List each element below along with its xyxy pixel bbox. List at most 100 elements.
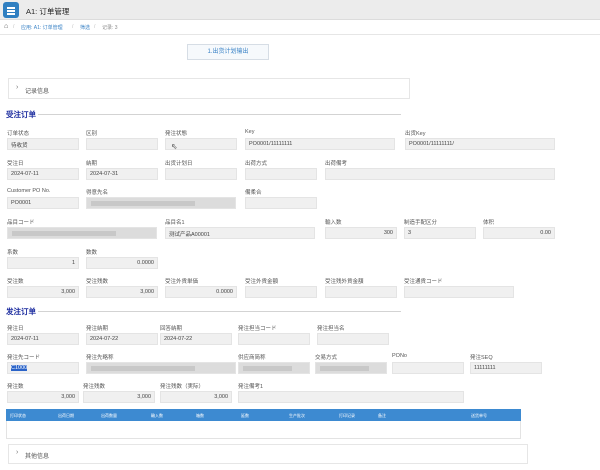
col-batch[interactable]: 生产批次 bbox=[289, 413, 305, 419]
vendor-code-selection: C1000 bbox=[11, 365, 28, 371]
label-order-date: 受注日 bbox=[7, 161, 24, 167]
field-staff-name[interactable] bbox=[317, 333, 389, 345]
purchase-section-title: 发注订单 bbox=[6, 307, 36, 316]
label-ext-amount: 受注外貨金額 bbox=[245, 279, 279, 285]
field-status[interactable]: 待收货 bbox=[7, 138, 79, 150]
home-icon[interactable]: ⌂ bbox=[4, 23, 8, 30]
field-recipient[interactable] bbox=[86, 197, 236, 209]
field-trade-method[interactable] bbox=[315, 362, 387, 374]
field-ext-amount[interactable] bbox=[245, 286, 317, 298]
field-input-qty[interactable]: 300 bbox=[325, 227, 397, 239]
field-p-order-date[interactable]: 2024-07-11 bbox=[7, 333, 79, 345]
field-mfg-type[interactable]: 3 bbox=[404, 227, 476, 239]
label-due-date: 納期 bbox=[86, 161, 98, 167]
app-title: A1: 订单管理 bbox=[26, 7, 70, 16]
field-reply-date[interactable]: 2024-07-22 bbox=[160, 333, 232, 345]
field-plan-date[interactable] bbox=[165, 168, 237, 180]
col-box-count[interactable]: 箱数 bbox=[196, 413, 204, 419]
label-mfg-type: 制造手配区分 bbox=[404, 220, 438, 226]
other-info-panel[interactable]: › 其他信息 bbox=[8, 444, 528, 464]
records-info-panel[interactable]: › 记录信息 bbox=[8, 78, 410, 99]
label-recipient: 得意先名 bbox=[86, 190, 109, 196]
label-p-remain: 発注残数 bbox=[83, 384, 106, 390]
label-p-note: 発注備考1 bbox=[238, 384, 264, 390]
field-item-name[interactable]: 测试产品A00001 bbox=[165, 227, 315, 239]
chevron-right-icon: › bbox=[16, 449, 19, 456]
label-order-qty: 受注数 bbox=[7, 279, 24, 285]
label-reply-date: 回答納期 bbox=[160, 326, 183, 332]
col-delivery-no[interactable]: 送货单号 bbox=[471, 413, 487, 419]
label-item-name: 品目名1 bbox=[165, 220, 185, 226]
section-divider bbox=[38, 114, 401, 115]
label-key: Key bbox=[245, 129, 255, 135]
field-key[interactable]: PO0001/11111111 bbox=[245, 138, 395, 150]
field-p-qty[interactable]: 3,000 bbox=[7, 391, 79, 403]
field-order-date[interactable]: 2024-07-11 bbox=[7, 168, 79, 180]
field-coef[interactable]: 1 bbox=[7, 257, 79, 269]
field-vendor-name[interactable] bbox=[86, 362, 236, 374]
label-ship-key: 出货Key bbox=[405, 131, 426, 137]
label-ship-status: 発注状態 bbox=[165, 131, 188, 137]
field-p-due-date[interactable]: 2024-07-22 bbox=[86, 333, 158, 345]
breadcrumb-records: 记录: 3 bbox=[102, 25, 118, 31]
field-p-note[interactable] bbox=[238, 391, 464, 403]
field-due-date[interactable]: 2024-07-31 bbox=[86, 168, 158, 180]
label-item-code: 品目コード bbox=[7, 220, 35, 226]
label-note: 備柔合 bbox=[245, 190, 262, 196]
field-region[interactable] bbox=[86, 138, 158, 150]
field-staff-code[interactable] bbox=[238, 333, 310, 345]
col-remark[interactable]: 备注 bbox=[378, 413, 386, 419]
field-volume[interactable]: 0.00 bbox=[483, 227, 555, 239]
col-ship-date[interactable]: 出荷日期 bbox=[58, 413, 74, 419]
field-item-code[interactable] bbox=[7, 227, 157, 239]
label-trade-method: 交易方式 bbox=[315, 355, 338, 361]
col-ship-qty[interactable]: 出荷数量 bbox=[101, 413, 117, 419]
label-ext-price: 受注外貨単価 bbox=[165, 279, 199, 285]
field-ext-price[interactable]: 0.0000 bbox=[165, 286, 237, 298]
label-p-order-date: 発注日 bbox=[7, 326, 24, 332]
label-plan-date: 出货计划日 bbox=[165, 161, 193, 167]
breadcrumb-app[interactable]: 应用: A1: 订单管理 bbox=[21, 24, 63, 31]
field-seq[interactable]: 11111111 bbox=[470, 362, 542, 374]
label-ship-method: 出荷方式 bbox=[245, 161, 268, 167]
label-status: 订单状态 bbox=[7, 131, 30, 137]
label-remain-qty: 受注残数 bbox=[86, 279, 109, 285]
field-order-qty[interactable]: 3,000 bbox=[7, 286, 79, 298]
field-vendor-code[interactable]: C1000 bbox=[7, 362, 79, 374]
label-input-qty: 輸入数 bbox=[325, 220, 342, 226]
label-region: 区别 bbox=[86, 131, 98, 137]
field-note[interactable] bbox=[245, 197, 317, 209]
breadcrumb: ⌂ / 应用: A1: 订单管理 / 筛选 / 记录: 3 bbox=[0, 20, 600, 35]
field-ship-note[interactable] bbox=[325, 168, 555, 180]
field-currency[interactable] bbox=[404, 286, 514, 298]
field-supplier[interactable] bbox=[238, 362, 310, 374]
field-pono[interactable] bbox=[392, 362, 464, 374]
export-plan-button[interactable]: 1.出货计划输出 bbox=[187, 44, 269, 60]
field-ship-key[interactable]: PO0001/11111111/ bbox=[405, 138, 555, 150]
field-remain-qty[interactable]: 3,000 bbox=[86, 286, 158, 298]
field-count[interactable]: 0.0000 bbox=[86, 257, 158, 269]
field-p-remain[interactable]: 3,000 bbox=[83, 391, 155, 403]
col-input-qty[interactable]: 輸入数 bbox=[151, 413, 163, 419]
breadcrumb-filter[interactable]: 筛选 bbox=[80, 24, 90, 31]
label-vendor-name: 発注先略称 bbox=[86, 355, 114, 361]
field-actual-remain[interactable]: 3,000 bbox=[160, 391, 232, 403]
shipment-table-body bbox=[6, 421, 521, 439]
chevron-right-icon: › bbox=[16, 84, 19, 91]
label-supplier: 供应商简称 bbox=[238, 355, 266, 361]
field-ext-remain[interactable] bbox=[325, 286, 397, 298]
col-total[interactable]: 延数 bbox=[241, 413, 249, 419]
col-print-log[interactable]: 打印记录 bbox=[339, 413, 355, 419]
label-customer-po: Customer PO No. bbox=[7, 188, 51, 194]
label-pono: PONo bbox=[392, 353, 407, 359]
menu-icon[interactable] bbox=[3, 2, 19, 18]
shipment-table-header: 打印状态 出荷日期 出荷数量 輸入数 箱数 延数 生产批次 打印记录 备注 送货… bbox=[6, 409, 521, 421]
col-print-status[interactable]: 打印状态 bbox=[10, 413, 26, 419]
label-count: 数数 bbox=[86, 250, 98, 256]
order-section-title: 受注订单 bbox=[6, 110, 36, 119]
field-customer-po[interactable]: PO0001 bbox=[7, 197, 79, 209]
label-ext-remain: 受注残外貨金額 bbox=[325, 279, 364, 285]
field-ship-method[interactable] bbox=[245, 168, 317, 180]
label-volume: 体积 bbox=[483, 220, 495, 226]
label-p-due-date: 発注納期 bbox=[86, 326, 109, 332]
